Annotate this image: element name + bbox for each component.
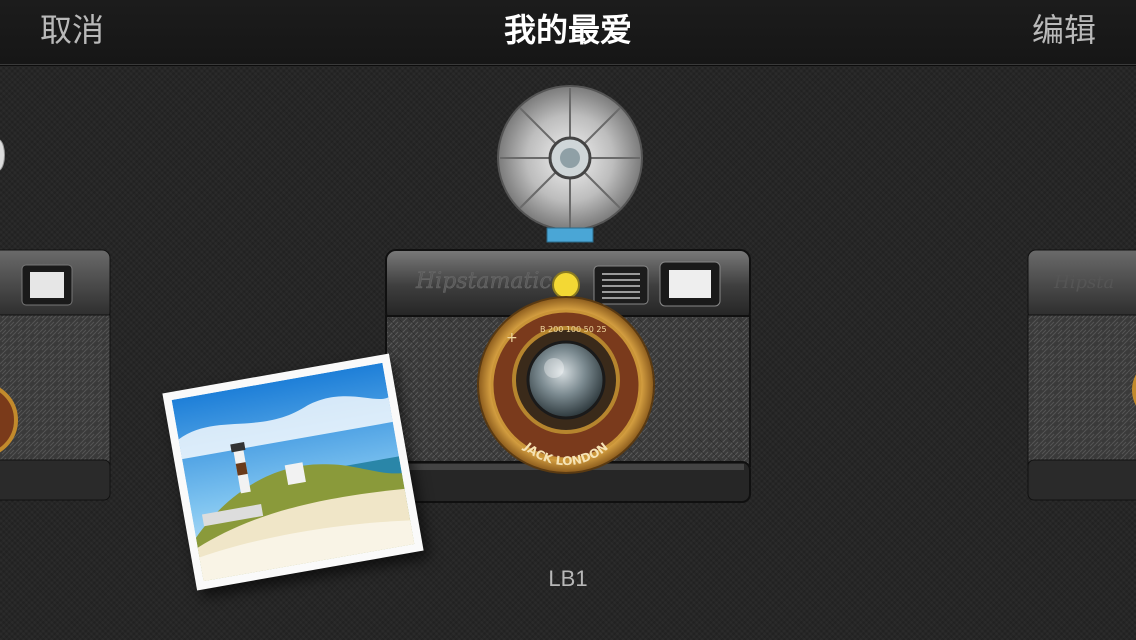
svg-text:Hipsta: Hipsta [1053, 272, 1114, 293]
edit-button[interactable]: 编辑 [1032, 10, 1096, 50]
lighthouse-photo-icon [171, 362, 415, 582]
camera-name-label: LB1 [548, 566, 588, 591]
previous-camera[interactable] [0, 120, 115, 510]
svg-text:+: + [506, 330, 518, 346]
flash-icon [497, 85, 643, 243]
page-title: 我的最爱 [503, 11, 632, 49]
photo-thumbnail[interactable] [162, 353, 424, 591]
selected-camera[interactable]: Hipstamatic B 200 100 50 25 JACK LONDON … [380, 80, 760, 510]
lens-icon: B 200 100 50 25 JACK LONDON + [477, 296, 655, 474]
navigation-bar: 取消 我的最爱 编辑 [0, 0, 1136, 65]
shutter-scale: B 200 100 50 25 [540, 325, 607, 334]
brand-script: Hipstamatic [415, 269, 552, 294]
flash-indicator-icon [552, 271, 580, 299]
next-camera[interactable]: Hipsta [1024, 120, 1136, 510]
